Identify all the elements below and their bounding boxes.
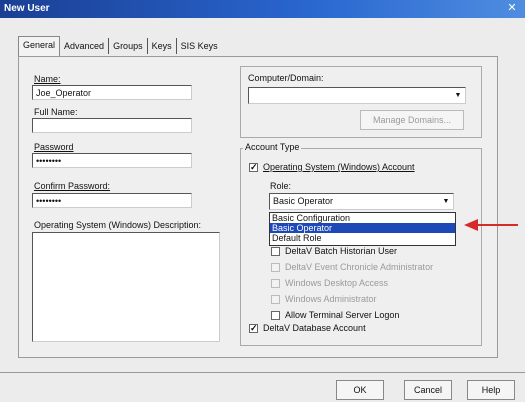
desktop-access-checkbox[interactable]: [271, 279, 280, 288]
manage-domains-button[interactable]: Manage Domains...: [360, 110, 464, 130]
name-input[interactable]: Joe_Operator: [32, 85, 192, 100]
database-account-label: DeltaV Database Account: [263, 323, 366, 333]
ok-button[interactable]: OK: [336, 380, 384, 400]
title-bar: New User ✕: [0, 0, 525, 18]
full-name-input[interactable]: [32, 118, 192, 133]
role-selected-value: Basic Operator: [273, 196, 334, 206]
role-option-default-role[interactable]: Default Role: [270, 233, 455, 243]
desktop-access-label: Windows Desktop Access: [285, 278, 389, 288]
password-input[interactable]: ••••••••: [32, 153, 192, 168]
os-account-checkbox[interactable]: ✓: [249, 163, 258, 172]
database-account-checkbox[interactable]: ✓: [249, 324, 258, 333]
tab-sis-keys[interactable]: SIS Keys: [177, 38, 222, 54]
tab-advanced[interactable]: Advanced: [60, 38, 110, 54]
batch-historian-label: DeltaV Batch Historian User: [285, 246, 398, 256]
terminal-server-label: Allow Terminal Server Logon: [285, 310, 400, 320]
tab-general[interactable]: General: [18, 36, 61, 56]
os-account-label: Operating System (Windows) Account: [263, 162, 415, 172]
role-label: Role:: [270, 181, 292, 191]
window-title: New User: [4, 3, 50, 14]
password-label: Password: [34, 142, 74, 152]
footer-divider: [0, 372, 525, 373]
cancel-button[interactable]: Cancel: [404, 380, 452, 400]
account-type-title: Account Type: [243, 142, 302, 152]
chevron-down-icon[interactable]: ▼: [453, 91, 463, 101]
full-name-label: Full Name:: [34, 107, 78, 117]
role-select[interactable]: Basic Operator ▼: [269, 193, 454, 210]
computer-domain-select[interactable]: ▼: [248, 87, 466, 104]
close-icon[interactable]: ✕: [505, 1, 519, 15]
tab-groups[interactable]: Groups: [109, 38, 148, 54]
event-chronicle-label: DeltaV Event Chronicle Administrator: [285, 262, 434, 272]
tab-keys[interactable]: Keys: [148, 38, 177, 54]
chevron-down-icon[interactable]: ▼: [441, 197, 451, 207]
confirm-password-label: Confirm Password:: [34, 181, 111, 191]
role-dropdown-list: Basic Configuration Basic Operator Defau…: [269, 212, 456, 246]
tab-bar: General Advanced Groups Keys SIS Keys: [18, 36, 222, 56]
name-label: Name:: [34, 74, 61, 84]
role-option-basic-operator[interactable]: Basic Operator: [270, 223, 455, 233]
windows-admin-label: Windows Administrator: [285, 294, 377, 304]
event-chronicle-checkbox[interactable]: [271, 263, 280, 272]
confirm-password-input[interactable]: ••••••••: [32, 193, 192, 208]
computer-domain-label: Computer/Domain:: [248, 73, 324, 83]
windows-admin-checkbox[interactable]: [271, 295, 280, 304]
batch-historian-checkbox[interactable]: [271, 247, 280, 256]
role-option-basic-configuration[interactable]: Basic Configuration: [270, 213, 455, 223]
terminal-server-checkbox[interactable]: [271, 311, 280, 320]
help-button[interactable]: Help: [467, 380, 515, 400]
description-label: Operating System (Windows) Description:: [34, 220, 202, 230]
description-textarea[interactable]: [32, 232, 220, 342]
annotation-arrow-icon: [464, 219, 518, 231]
